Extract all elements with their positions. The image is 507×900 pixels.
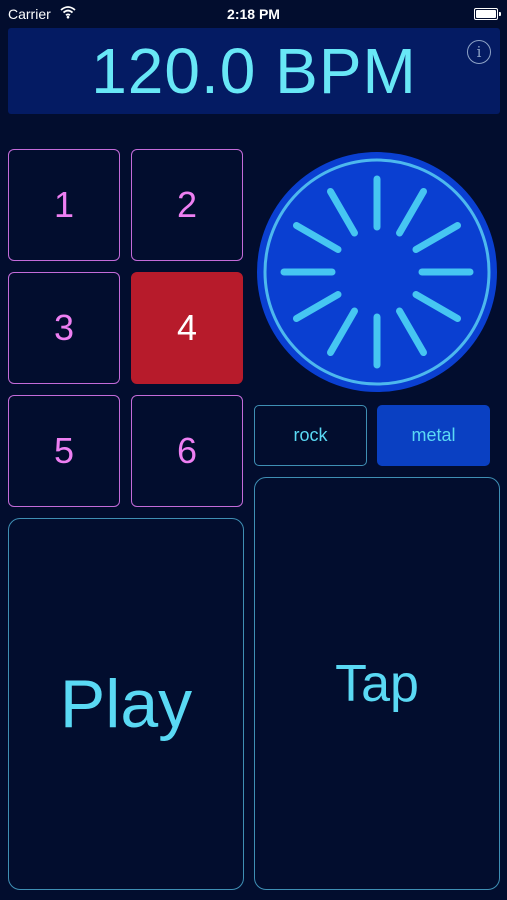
status-bar: Carrier 2:18 PM — [0, 0, 507, 28]
pattern-button-5[interactable]: 5 — [8, 395, 120, 507]
info-circle-icon[interactable]: i — [467, 40, 491, 64]
battery-icon — [474, 8, 501, 20]
status-time: 2:18 PM — [227, 6, 280, 22]
pattern-button-1[interactable]: 1 — [8, 149, 120, 261]
pattern-button-3[interactable]: 3 — [8, 272, 120, 384]
play-button[interactable]: Play — [8, 518, 244, 890]
pattern-button-2[interactable]: 2 — [131, 149, 243, 261]
pattern-button-6[interactable]: 6 — [131, 395, 243, 507]
tap-button[interactable]: Tap — [254, 477, 500, 890]
beat-spinner-icon — [257, 152, 497, 392]
bpm-header: 120.0 BPM i — [8, 28, 500, 114]
style-button-rock[interactable]: rock — [254, 405, 367, 466]
bpm-display: 120.0 BPM — [91, 35, 417, 107]
style-button-metal[interactable]: metal — [377, 405, 490, 466]
pattern-button-4[interactable]: 4 — [131, 272, 243, 384]
metronome-screen: Carrier 2:18 PM 120.0 BPM i 1 2 3 4 5 6 … — [0, 0, 507, 900]
